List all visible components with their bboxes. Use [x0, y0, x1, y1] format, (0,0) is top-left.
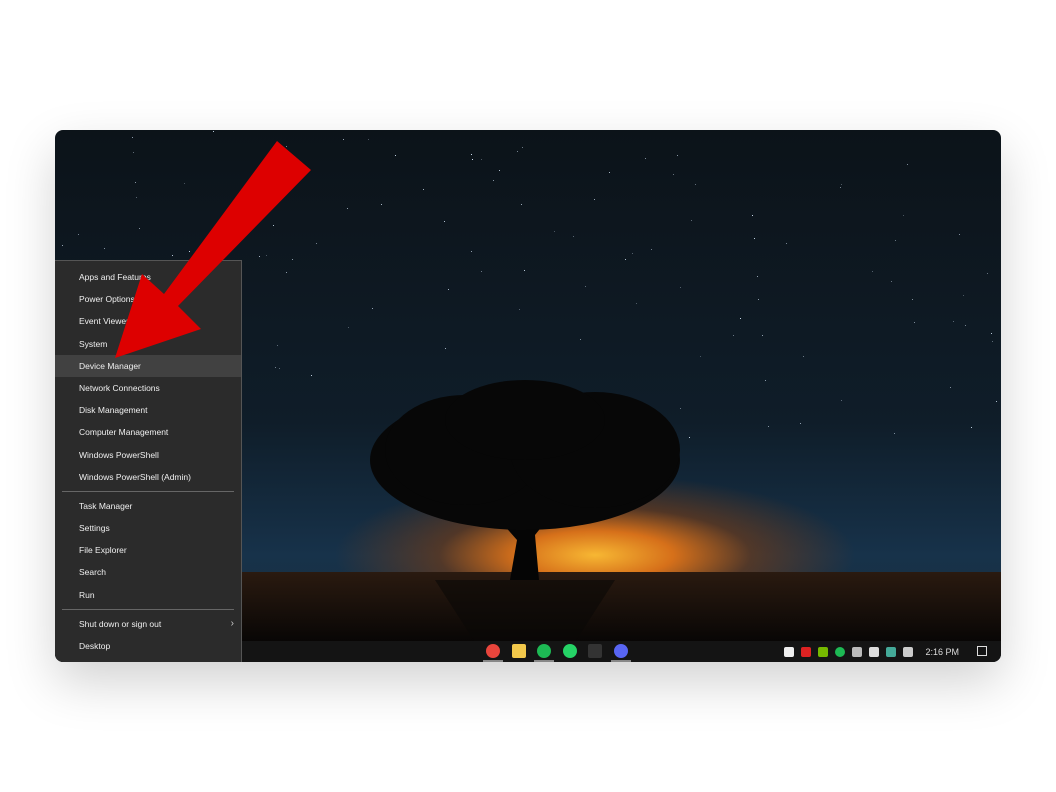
red-arrow-annotation [115, 141, 311, 358]
